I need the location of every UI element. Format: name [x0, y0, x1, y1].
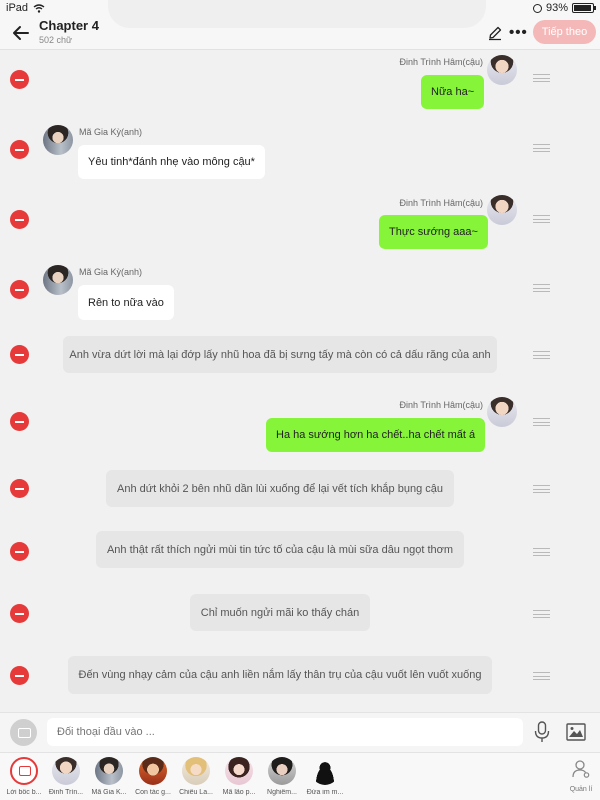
input-bar [0, 712, 600, 752]
avatar [52, 757, 80, 785]
narration-bubble[interactable]: Anh thật rất thích ngửi mùi tin tức tố c… [96, 531, 464, 568]
message-row: Đinh Trình Hâm(cậu) Ha ha sướng hơn ha c… [0, 394, 600, 456]
microphone-icon[interactable] [533, 721, 551, 743]
character-item[interactable]: Con tác g... [130, 757, 176, 796]
battery-icon [572, 3, 596, 13]
chat-icon[interactable] [10, 719, 37, 746]
drag-handle-icon[interactable] [533, 74, 550, 82]
message-row: Anh vừa dứt lời mà lại đớp lấy nhũ hoa đ… [0, 334, 600, 376]
next-chapter-button[interactable]: Tiếp theo [533, 20, 596, 44]
message-row: Đinh Trình Hâm(cậu) Thực sướng aaa~ [0, 190, 600, 254]
avatar [487, 55, 517, 85]
character-item[interactable]: Đinh Trìn... [43, 757, 89, 796]
character-label: Chiêu La... [179, 789, 213, 796]
dialogue-input[interactable] [47, 718, 523, 746]
delete-icon[interactable] [10, 542, 29, 561]
drag-handle-icon[interactable] [533, 351, 550, 359]
message-row: Mã Gia Kỳ(anh) Rên to nữa vào [0, 258, 600, 324]
image-icon[interactable] [566, 723, 586, 741]
character-narration[interactable]: Lời bốc b... [1, 757, 47, 796]
manage-user-icon [572, 760, 590, 778]
character-item[interactable]: Đứa im m... [302, 757, 348, 796]
message-bubble[interactable]: Ha ha sướng hơn ha chết..ha chết mất á [266, 418, 486, 452]
speaker-name: Đinh Trình Hâm(cậu) [399, 198, 483, 208]
message-row: Chỉ muốn ngửi mãi ko thấy chán [0, 593, 600, 635]
drag-handle-icon[interactable] [533, 144, 550, 152]
message-bubble[interactable]: Rên to nữa vào [78, 285, 174, 320]
message-row: Đến vùng nhạy cảm của cậu anh liền nắm l… [0, 655, 600, 697]
rotation-lock-icon [532, 3, 542, 13]
character-item[interactable]: Mã lão p... [216, 757, 262, 796]
avatar [311, 757, 339, 785]
drag-handle-icon[interactable] [533, 418, 550, 426]
character-label: Mã lão p... [222, 789, 256, 796]
delete-icon[interactable] [10, 280, 29, 299]
page-title: Chapter 4 [39, 18, 99, 33]
avatar [43, 265, 73, 295]
delete-icon[interactable] [10, 345, 29, 364]
delete-icon[interactable] [10, 479, 29, 498]
delete-icon[interactable] [10, 70, 29, 89]
message-row: Anh thật rất thích ngửi mùi tin tức tố c… [0, 531, 600, 573]
character-label: Mã Gia K... [91, 789, 127, 796]
more-icon[interactable]: ••• [509, 24, 528, 41]
drag-handle-icon[interactable] [533, 610, 550, 618]
message-bubble[interactable]: Thực sướng aaa~ [379, 215, 488, 249]
avatar [225, 757, 253, 785]
avatar [268, 757, 296, 785]
character-label: Lời bốc b... [6, 789, 42, 796]
drag-handle-icon[interactable] [533, 284, 550, 292]
avatar [182, 757, 210, 785]
character-item[interactable]: Chiêu La... [173, 757, 219, 796]
speaker-name: Đinh Trình Hâm(cậu) [399, 57, 483, 67]
drag-handle-icon[interactable] [533, 215, 550, 223]
character-item[interactable]: Nghiêm... [259, 757, 305, 796]
narration-bubble[interactable]: Anh vừa dứt lời mà lại đớp lấy nhũ hoa đ… [63, 336, 497, 373]
avatar [95, 757, 123, 785]
delete-icon[interactable] [10, 210, 29, 229]
narration-bubble[interactable]: Chỉ muốn ngửi mãi ko thấy chán [190, 594, 370, 631]
character-label: Đinh Trìn... [48, 789, 84, 796]
message-row: Anh dứt khỏi 2 bên nhũ dần lùi xuống để … [0, 468, 600, 510]
word-count: 502 chữ [39, 35, 73, 45]
avatar [487, 195, 517, 225]
battery-percent: 93% [545, 2, 568, 14]
delete-icon[interactable] [10, 666, 29, 685]
back-arrow-icon[interactable] [10, 22, 32, 44]
speaker-name: Đinh Trình Hâm(cậu) [399, 400, 483, 410]
speaker-name: Mã Gia Kỳ(anh) [79, 267, 143, 277]
drag-handle-icon[interactable] [533, 548, 550, 556]
avatar [139, 757, 167, 785]
top-notch [108, 0, 486, 28]
narration-bubble[interactable]: Đến vùng nhạy cảm của cậu anh liền nắm l… [68, 656, 492, 694]
character-item[interactable]: Mã Gia K... [86, 757, 132, 796]
delete-icon[interactable] [10, 604, 29, 623]
delete-icon[interactable] [10, 140, 29, 159]
drag-handle-icon[interactable] [533, 485, 550, 493]
narration-chat-icon [10, 757, 38, 785]
message-bubble[interactable]: Nữa ha~ [421, 75, 485, 109]
speaker-name: Mã Gia Kỳ(anh) [79, 127, 143, 137]
delete-icon[interactable] [10, 412, 29, 431]
pencil-icon[interactable] [487, 25, 503, 41]
manage-characters-button[interactable]: Quản lí [566, 759, 596, 793]
character-label: Con tác g... [135, 789, 171, 796]
avatar [43, 125, 73, 155]
character-label: Nghiêm... [267, 789, 297, 796]
message-row: Đinh Trình Hâm(cậu) Nữa ha~ [0, 50, 600, 112]
drag-handle-icon[interactable] [533, 672, 550, 680]
avatar [487, 397, 517, 427]
manage-label: Quản lí [569, 786, 593, 793]
narration-bubble[interactable]: Anh dứt khỏi 2 bên nhũ dần lùi xuống để … [106, 470, 454, 507]
character-bar: Lời bốc b... Đinh Trìn... Mã Gia K... Co… [0, 752, 600, 800]
message-row: Mã Gia Kỳ(anh) Yêu tinh*đánh nhẹ vào môn… [0, 118, 600, 184]
character-label: Đứa im m... [306, 789, 344, 796]
message-bubble[interactable]: Yêu tinh*đánh nhẹ vào mông cậu* [78, 145, 265, 179]
